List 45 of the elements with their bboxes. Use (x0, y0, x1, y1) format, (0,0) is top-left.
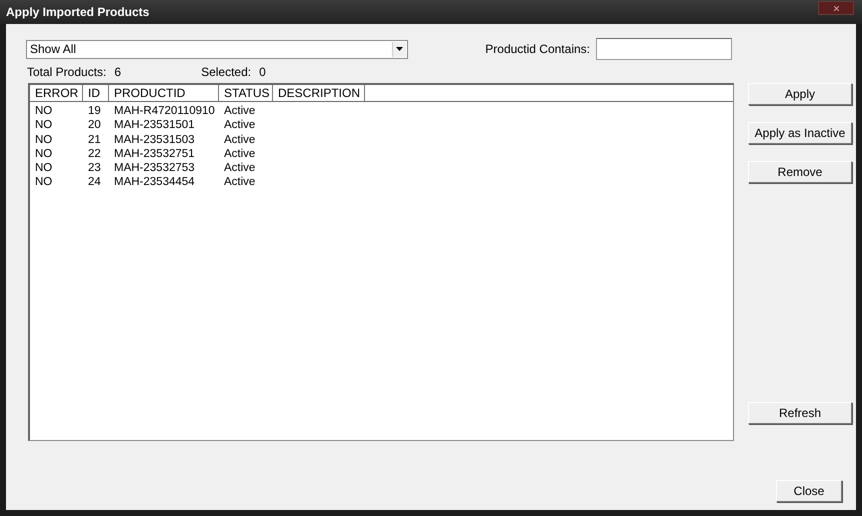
count-value: 6 (114, 65, 122, 79)
column-header[interactable]: DESCRIPTION (273, 85, 365, 101)
table-cell-text: NO (34, 161, 54, 176)
action-button[interactable]: Apply (748, 83, 852, 105)
count-label: Total Products: (27, 65, 106, 79)
count-label: Selected: (201, 65, 252, 79)
table-cell-text: 19 (87, 104, 102, 118)
table-cell-text: 20 (87, 118, 102, 133)
search-label: Productid Contains: (485, 42, 590, 56)
action-button[interactable]: Apply as Inactive (748, 122, 852, 144)
window-title: Apply Imported Products (5, 5, 150, 19)
table-cell-text: MAH-23534454 (113, 175, 196, 190)
close-button[interactable]: Close (776, 480, 842, 502)
table-cell-text: NO (34, 175, 54, 190)
filter-dropdown[interactable]: Show All (26, 40, 408, 58)
table-cell-text: Active (223, 161, 256, 176)
table-cell-text: MAH-R4720110910 (113, 104, 216, 118)
close-button[interactable] (818, 1, 854, 15)
table-cell-text: MAH-23532753 (113, 161, 196, 176)
table-cell-text: MAH-23531503 (113, 132, 196, 147)
table-cell-text: NO (34, 132, 54, 147)
table-cell-text: 23 (87, 161, 102, 176)
table-cell-text: Active (223, 104, 256, 118)
action-button[interactable]: Refresh (748, 402, 852, 424)
column-header[interactable]: STATUS (219, 85, 273, 101)
column-header[interactable]: ERROR (30, 85, 83, 101)
table-cell-text: NO (34, 104, 54, 118)
table-cell-text: 21 (87, 132, 102, 147)
table-cell-text: Active (223, 146, 256, 162)
table-cell-text: NO (34, 118, 54, 133)
table-cell-text: 22 (87, 146, 102, 162)
action-button[interactable]: Remove (748, 161, 852, 183)
table-cell-text: MAH-23531501 (113, 118, 196, 133)
close-icon (834, 6, 838, 10)
table-cell-text: MAH-23532751 (113, 146, 196, 162)
table-cell-text: Active (223, 132, 256, 147)
dropdown-arrow-icon (396, 47, 403, 51)
productid-field[interactable] (596, 38, 732, 60)
column-header[interactable]: ID (83, 85, 109, 101)
column-header[interactable]: PRODUCTID (109, 85, 219, 101)
table-cell-text: Active (223, 175, 256, 190)
table-cell-text: 24 (87, 175, 102, 190)
table-cell-text: Active (223, 118, 256, 133)
table-cell-text: NO (34, 146, 54, 162)
count-value: 0 (259, 65, 266, 79)
